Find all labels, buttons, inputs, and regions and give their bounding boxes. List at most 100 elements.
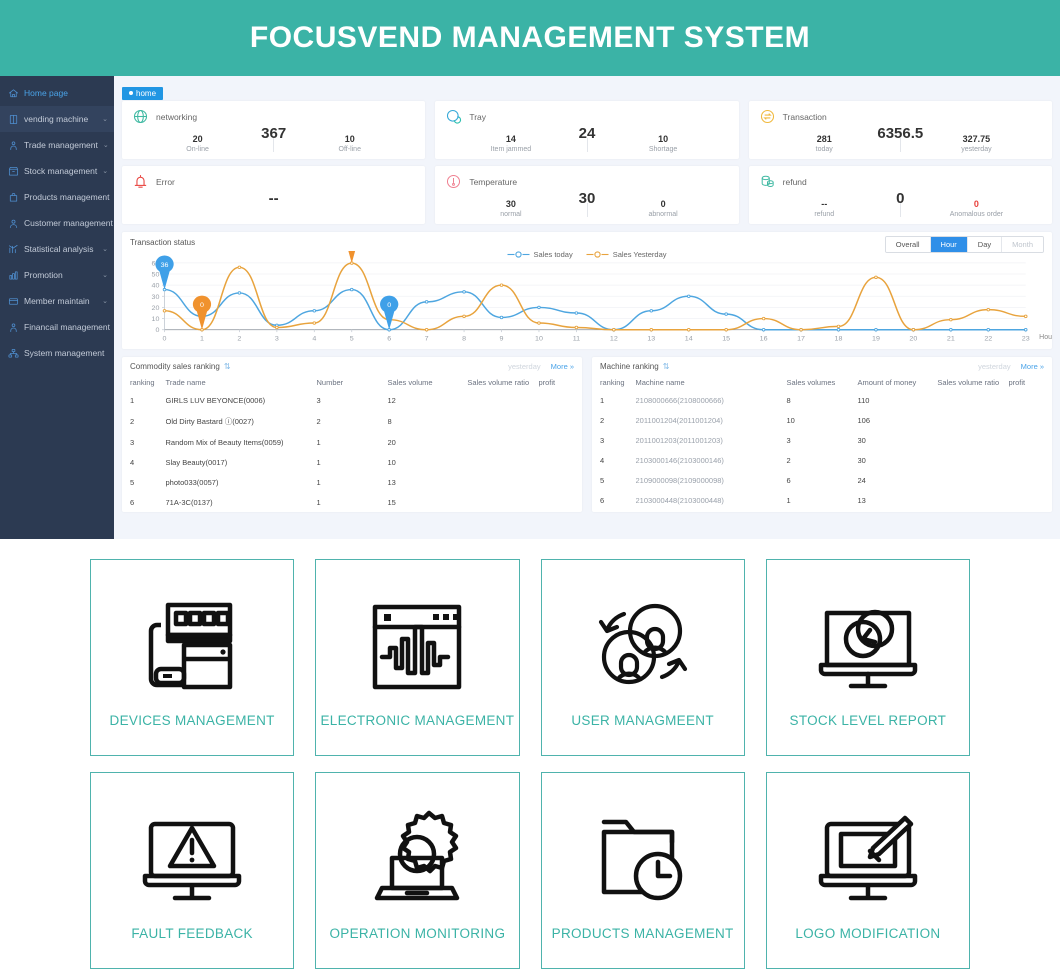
commodity-table-body: 1 GIRLS LUV BEYONCE(0006) 3 12 2 Old Dirty Ba… <box>130 390 574 512</box>
table-cell: 30 <box>857 455 866 465</box>
table-cell: 15 <box>387 497 396 507</box>
sidebar-item-stock-management[interactable]: Stock management ⌄ <box>0 158 114 184</box>
sidebar-item-system-management[interactable]: System management <box>0 340 114 366</box>
table-row[interactable]: 1 2108000666(2108000666) 8 110 <box>600 390 1044 410</box>
sidebar-item-label: Member maintain <box>24 296 90 306</box>
tile-label: OPERATION MONITORING <box>329 926 506 941</box>
sidebar-item-promotion[interactable]: Promotion ⌄ <box>0 262 114 288</box>
app-root: FOCUSVEND MANAGEMENT SYSTEM Home page ven… <box>0 0 1060 969</box>
chevron-down-icon: ⌄ <box>102 246 108 253</box>
stat-card-right: 10 Off-line <box>274 134 425 154</box>
stat-card-head: Temperature <box>445 173 728 190</box>
stat-card-error[interactable]: Error -- <box>122 166 426 224</box>
table-row[interactable]: 6 71A-3C(0137) 1 15 <box>130 492 574 512</box>
stat-card-title: Tray <box>469 111 487 122</box>
stat-card-temperature[interactable]: Temperature 30 30 normal 0 abnormal <box>435 166 739 224</box>
sidebar-item-customer-management[interactable]: Customer management <box>0 210 114 236</box>
table-cell: 24 <box>857 475 866 485</box>
table-row[interactable]: 4 2103000146(2103000146) 2 30 <box>600 450 1044 470</box>
svg-text:16: 16 <box>760 335 768 342</box>
table-cell: 20 <box>387 437 396 447</box>
stat-card-left: 20 On-line <box>122 134 273 154</box>
stat-card-head: Error <box>132 173 415 190</box>
table-row[interactable]: 5 photo033(0057) 1 13 <box>130 472 574 492</box>
table-row[interactable]: 2 2011001204(2011001204) 10 106 <box>600 410 1044 430</box>
table-cell: 4 <box>130 457 135 467</box>
range-button-day[interactable]: Day <box>967 237 1003 252</box>
column-header: ranking <box>130 378 155 387</box>
tile-products-management[interactable]: PRODUCTS MANAGEMENT <box>540 772 745 969</box>
range-button-month[interactable]: Month <box>1002 237 1043 252</box>
stat-card-tray[interactable]: Tray 24 14 Item jammed 10 Shortage <box>435 101 739 159</box>
stat-card-left-value: -- <box>821 199 828 209</box>
page-title: FOCUSVEND MANAGEMENT SYSTEM <box>249 21 811 54</box>
tile-user-managmeent[interactable]: USER MANAGMEENT <box>540 559 745 756</box>
chevron-down-icon: ⌄ <box>102 168 109 175</box>
range-button-hour[interactable]: Hour <box>930 237 968 252</box>
stat-card-right: 10 Shortage <box>588 134 739 154</box>
table-cell <box>937 490 1008 510</box>
svg-text:8: 8 <box>462 335 466 342</box>
tile-label: STOCK LEVEL REPORT <box>789 713 947 728</box>
table-row[interactable]: 4 Slay Beauty(0017) 1 10 <box>130 452 574 472</box>
tile-stock-level-report[interactable]: STOCK LEVEL REPORT <box>765 559 970 756</box>
stat-card-right-label: Off-line <box>338 146 361 153</box>
stat-card-head: refund <box>759 173 1042 190</box>
tile-label: USER MANAGMEENT <box>571 713 714 728</box>
sidebar-item-trade-management[interactable]: Trade management ⌄ <box>0 132 114 158</box>
table-row[interactable]: 5 2109000098(2109000098) 6 24 <box>600 470 1044 490</box>
sidebar-item-home-page[interactable]: Home page <box>0 80 114 106</box>
range-button-overall[interactable]: Overall <box>885 237 931 252</box>
svg-text:14: 14 <box>685 335 693 342</box>
sidebar-item-financail-management[interactable]: Financail management <box>0 314 114 340</box>
table-row[interactable]: 3 Random Mix of Beauty Items(0059) 1 20 <box>130 432 574 452</box>
tile-logo-modification[interactable]: LOGO MODIFICATION <box>765 772 970 969</box>
sidebar-item-products-management[interactable]: Products management <box>0 184 114 210</box>
machine-yesterday-label[interactable]: yesterday <box>978 362 1011 371</box>
svg-text:13: 13 <box>647 335 655 342</box>
table-cell: 13 <box>387 477 396 487</box>
stat-card-transaction[interactable]: Transaction 6356.5 281 today 327.75 yesterday <box>748 101 1052 159</box>
tile-operation-monitoring[interactable]: OPERATION MONITORING <box>315 772 520 969</box>
sort-icon[interactable]: ⇅ <box>224 362 231 371</box>
sidebar-item-vending-machine[interactable]: vending machine ⌄ <box>0 106 114 132</box>
table-cell: 2 <box>786 455 791 465</box>
table-cell: GIRLS LUV BEYONCE(0006) <box>165 395 266 405</box>
stat-card-left-label: today <box>815 146 833 153</box>
tile-fault-feedback[interactable]: FAULT FEEDBACK <box>90 772 295 969</box>
stat-card-column: networking 367 20 On-line 10 Off-line Error -- <box>122 101 426 224</box>
table-cell: 2 <box>600 415 605 425</box>
ranking-tables: Commodity sales ranking ⇅ yesterday More… <box>122 357 1052 512</box>
stat-card-refund[interactable]: refund 0 -- refund 0 Anomalous order <box>748 166 1052 224</box>
stat-card-title: Temperature <box>469 176 518 187</box>
svg-text:10: 10 <box>152 316 160 323</box>
column-header: Sales volume <box>387 378 433 387</box>
table-cell <box>1008 430 1044 450</box>
stat-card-left: 281 today <box>749 134 900 154</box>
table-cell: 5 <box>600 475 605 485</box>
table-cell: 30 <box>857 435 866 445</box>
table-row[interactable]: 2 Old Dirty Bastard ⓘ(0027) 2 8 <box>130 410 574 432</box>
tab-home[interactable]: home <box>122 86 164 100</box>
stat-card-networking[interactable]: networking 367 20 On-line 10 Off-line <box>122 101 426 159</box>
commodity-yesterday-label[interactable]: yesterday <box>508 362 541 371</box>
table-cell: 1 <box>600 395 605 405</box>
machine-more-link[interactable]: More » <box>1021 362 1044 371</box>
table-cell: 106 <box>857 415 871 425</box>
stat-card-subvalues: 20 On-line 10 Off-line <box>122 134 425 154</box>
table-row[interactable]: 6 2103000448(2103000448) 1 13 <box>600 490 1044 510</box>
table-cell <box>467 390 538 410</box>
commodity-more-link[interactable]: More » <box>551 362 574 371</box>
tile-devices-management[interactable]: DEVICES MANAGEMENT <box>90 559 295 756</box>
sidebar-item-member-maintain[interactable]: Member maintain ⌄ <box>0 288 114 314</box>
tile-electronic-management[interactable]: ELECTRONIC MANAGEMENT <box>315 559 520 756</box>
sidebar-item-statistical-analysis[interactable]: Statistical analysis ⌄ <box>0 236 114 262</box>
table-row[interactable]: 1 GIRLS LUV BEYONCE(0006) 3 12 <box>130 390 574 410</box>
stat-card-head: Tray <box>445 108 728 125</box>
table-cell: 10 <box>786 415 795 425</box>
table-cell <box>1008 490 1044 510</box>
table-row[interactable]: 3 2011001203(2011001203) 3 30 <box>600 430 1044 450</box>
sort-icon[interactable]: ⇅ <box>663 362 670 371</box>
finance-icon <box>8 322 19 333</box>
column-header: Machine name <box>635 378 685 387</box>
